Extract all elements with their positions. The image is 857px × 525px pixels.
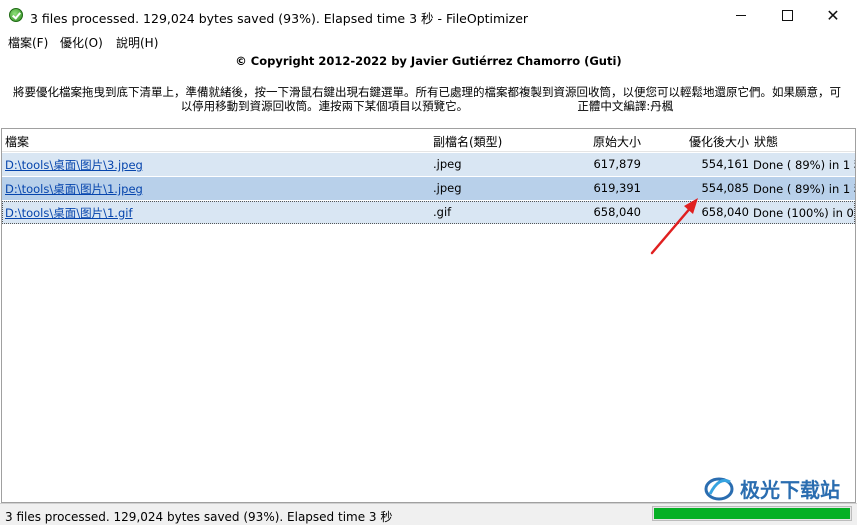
column-header-original-size[interactable]: 原始大小: [542, 133, 641, 150]
menu-help[interactable]: 說明(H): [116, 34, 158, 51]
list-header: 檔案 副檔名(類型) 原始大小 優化後大小 狀態: [2, 129, 855, 152]
column-header-extension[interactable]: 副檔名(類型): [433, 133, 502, 150]
file-path-link[interactable]: D:\tools\桌面\图片\3.jpeg: [5, 157, 143, 173]
status-cell: Done (100%) in 0 秒: [753, 206, 855, 220]
original-size: 619,391: [593, 181, 641, 195]
menu-bar: 檔案(F) 優化(O) 說明(H): [0, 31, 857, 51]
status-text: 3 files processed. 129,024 bytes saved (…: [5, 510, 393, 524]
status-cell: Done ( 89%) in 1 秒: [753, 182, 856, 196]
table-row[interactable]: D:\tools\桌面\图片\3.jpeg .jpeg 617,879 554,…: [2, 153, 855, 176]
annotation-arrow-icon: [650, 198, 698, 255]
minimize-icon: [736, 15, 746, 16]
file-path-link[interactable]: D:\tools\桌面\图片\1.gif: [5, 205, 133, 221]
maximize-icon: [781, 10, 793, 21]
title-bar[interactable]: 3 files processed. 129,024 bytes saved (…: [0, 0, 857, 31]
optimized-size: 554,085: [701, 181, 749, 195]
file-extension: .jpeg: [433, 181, 462, 195]
instructions-text: 將要優化檔案拖曳到底下清單上，準備就緒後，按一下滑鼠右鍵出現右鍵選單。所有已處理…: [13, 85, 841, 113]
window-title: 3 files processed. 129,024 bytes saved (…: [30, 11, 529, 26]
file-extension: .jpeg: [433, 157, 462, 171]
status-cell: Done ( 89%) in 1 秒: [753, 158, 856, 172]
table-row[interactable]: D:\tools\桌面\图片\1.gif .gif 658,040 658,04…: [2, 201, 855, 224]
close-button[interactable]: ✕: [810, 0, 856, 31]
file-extension: .gif: [433, 205, 452, 219]
menu-file[interactable]: 檔案(F): [8, 34, 48, 51]
copyright-text: © Copyright 2012-2022 by Javier Gutiérre…: [235, 54, 622, 68]
menu-optimize[interactable]: 優化(O): [60, 34, 103, 51]
original-size: 658,040: [593, 205, 641, 219]
table-row[interactable]: D:\tools\桌面\图片\1.jpeg .jpeg 619,391 554,…: [2, 177, 855, 200]
watermark-text: 极光下载站: [740, 478, 840, 502]
column-header-status[interactable]: 狀態: [754, 133, 778, 150]
maximize-button[interactable]: [764, 0, 810, 31]
progress-fill: [654, 508, 850, 519]
minimize-button[interactable]: [718, 0, 764, 31]
original-size: 617,879: [593, 157, 641, 171]
watermark-logo-icon: [704, 477, 734, 501]
column-header-file[interactable]: 檔案: [5, 133, 29, 150]
progress-bar: [652, 506, 852, 521]
file-path-link[interactable]: D:\tools\桌面\图片\1.jpeg: [5, 181, 143, 197]
optimized-size: 554,161: [701, 157, 749, 171]
file-list[interactable]: 檔案 副檔名(類型) 原始大小 優化後大小 狀態 D:\tools\桌面\图片\…: [1, 128, 856, 503]
fileoptimizer-app-icon: [9, 8, 23, 22]
close-icon: ✕: [826, 5, 840, 25]
column-header-optimized-size[interactable]: 優化後大小: [652, 133, 749, 150]
